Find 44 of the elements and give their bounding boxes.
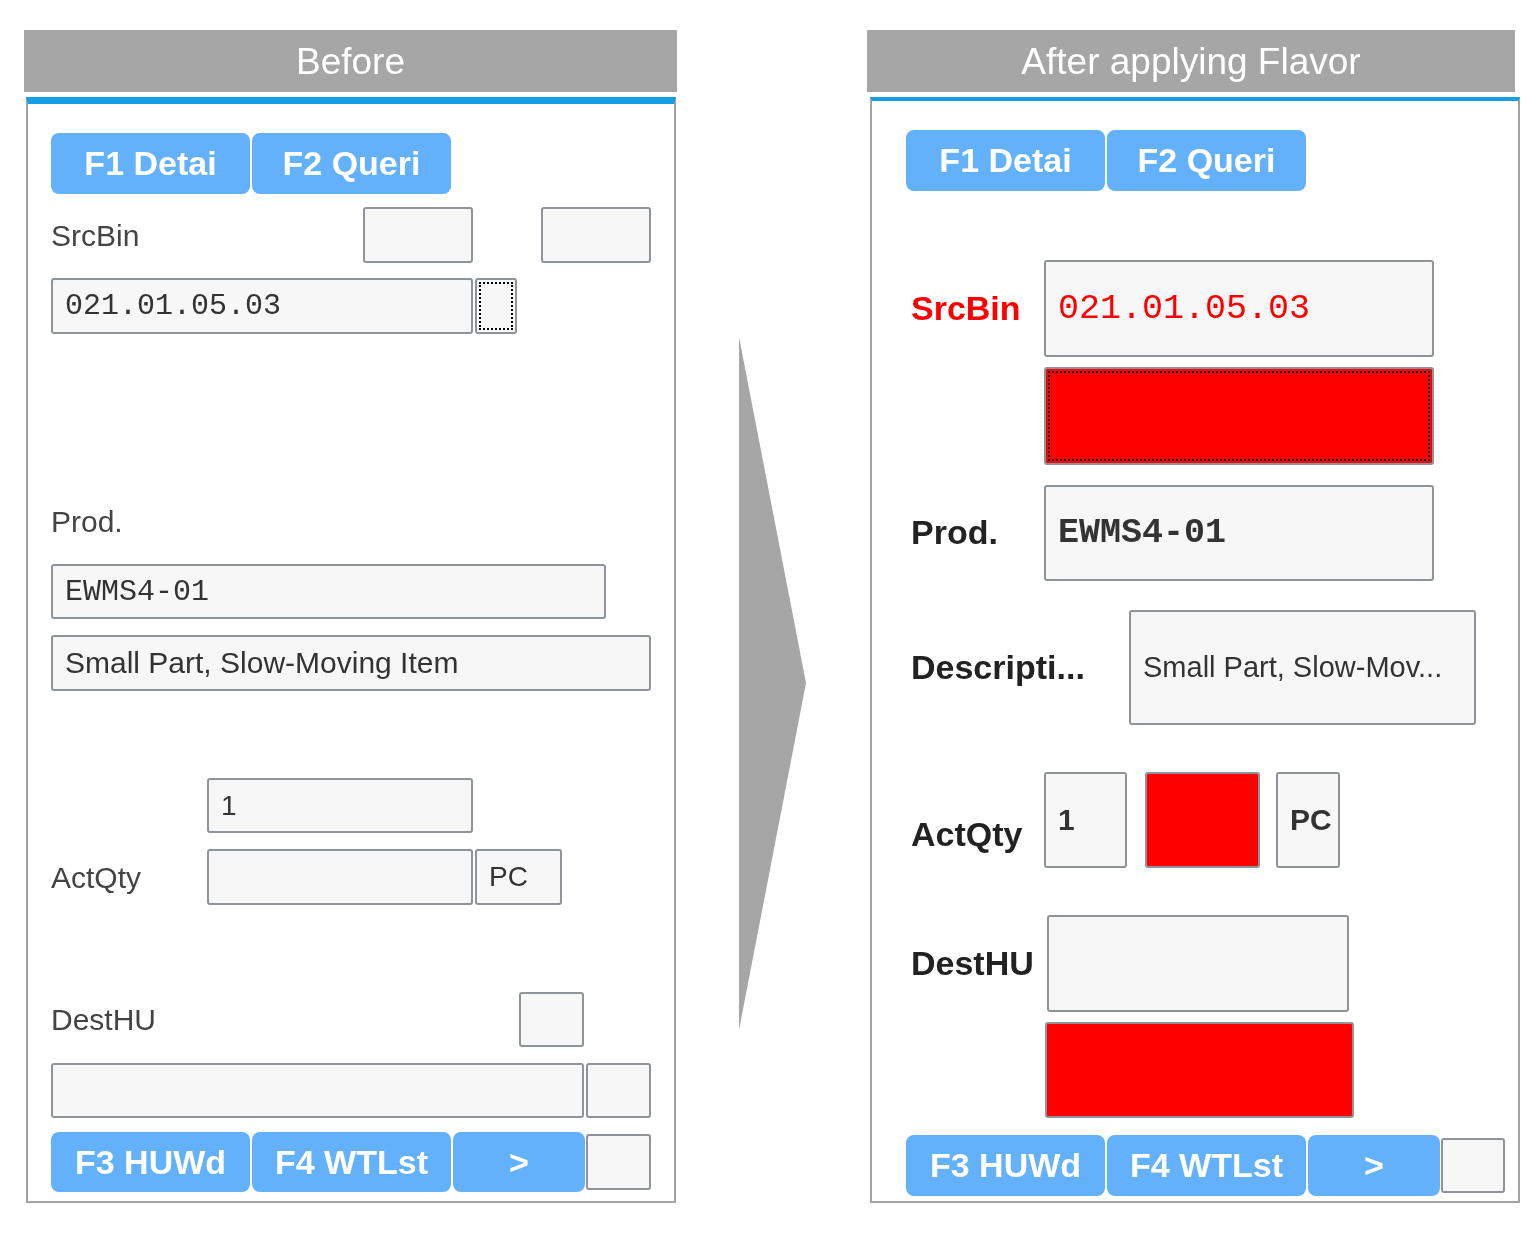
input-field[interactable]: [586, 1134, 651, 1190]
title-bar: After applying Flavor: [867, 30, 1515, 92]
field-label: SrcBin: [911, 289, 1021, 328]
highlighted-field[interactable]: [1145, 772, 1260, 868]
text-field[interactable]: Small Part, Slow-Moving Item: [51, 635, 651, 691]
input-field[interactable]: [1441, 1138, 1505, 1193]
field-label: Descripti...: [911, 648, 1085, 687]
title-bar: Before: [24, 30, 677, 92]
text-field[interactable]: PC: [475, 849, 562, 905]
field-label: ActQty: [911, 816, 1023, 854]
function-key-button[interactable]: F4 WTLst: [252, 1132, 451, 1192]
function-key-button[interactable]: F2 Queri: [1107, 130, 1306, 191]
text-field[interactable]: 1: [207, 778, 473, 833]
function-key-button[interactable]: F4 WTLst: [1107, 1135, 1306, 1196]
function-key-button[interactable]: F1 Detai: [906, 130, 1105, 191]
function-key-button[interactable]: F1 Detai: [51, 133, 250, 194]
input-field[interactable]: [541, 207, 651, 263]
function-key-button[interactable]: F3 HUWd: [51, 1132, 250, 1192]
highlighted-field[interactable]: [1045, 1022, 1354, 1118]
input-field[interactable]: [51, 1063, 584, 1118]
text-field[interactable]: PC: [1276, 772, 1340, 868]
field-label: Prod.: [51, 504, 123, 538]
field-label: ActQty: [51, 860, 141, 894]
text-field[interactable]: Small Part, Slow-Mov...: [1129, 610, 1476, 725]
text-field[interactable]: 1: [1044, 772, 1127, 868]
input-field[interactable]: [363, 207, 473, 263]
input-field[interactable]: [475, 278, 517, 334]
input-field[interactable]: [586, 1063, 651, 1118]
input-field[interactable]: [519, 992, 584, 1047]
more-button[interactable]: >: [453, 1132, 585, 1192]
field-label: Prod.: [911, 514, 998, 552]
highlighted-field[interactable]: [1044, 367, 1434, 465]
more-button[interactable]: >: [1308, 1135, 1440, 1196]
text-field[interactable]: 021.01.05.03: [1044, 260, 1434, 357]
text-field[interactable]: EWMS4-01: [51, 564, 606, 619]
input-field[interactable]: [1047, 915, 1349, 1012]
input-field[interactable]: [207, 849, 473, 905]
text-field[interactable]: 021.01.05.03: [51, 278, 473, 334]
field-label: DestHU: [911, 944, 1034, 983]
function-key-button[interactable]: F2 Queri: [252, 133, 451, 194]
field-label: SrcBin: [51, 218, 140, 252]
function-key-button[interactable]: F3 HUWd: [906, 1135, 1105, 1196]
text-field[interactable]: EWMS4-01: [1044, 485, 1434, 581]
field-label: DestHU: [51, 1003, 156, 1036]
